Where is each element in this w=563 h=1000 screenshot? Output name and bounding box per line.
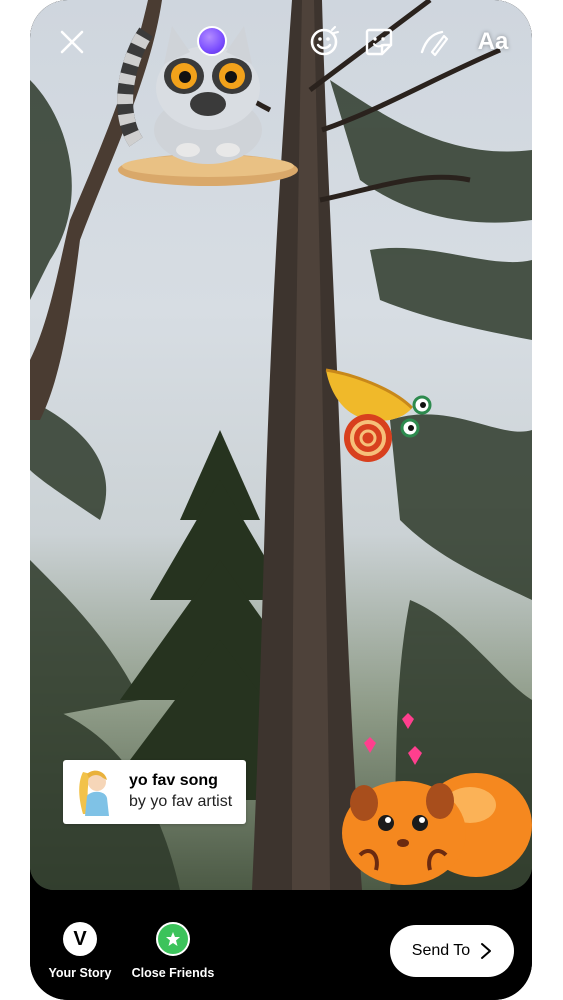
- your-story-button[interactable]: V Your Story: [44, 922, 116, 980]
- close-friends-button[interactable]: Close Friends: [128, 922, 218, 980]
- effects-button[interactable]: [304, 22, 344, 62]
- music-sticker[interactable]: yo fav song by yo fav artist: [63, 760, 246, 824]
- story-photo: yo fav song by yo fav artist: [30, 0, 532, 890]
- chevron-right-icon: [481, 943, 492, 959]
- color-picker[interactable]: [197, 26, 227, 56]
- close-friends-label: Close Friends: [131, 966, 215, 980]
- top-toolbar: Aa: [30, 0, 532, 90]
- star-icon: [166, 932, 180, 946]
- avatar-initial: V: [73, 927, 87, 950]
- story-editor: yo fav song by yo fav artist Aa V Your S…: [30, 0, 532, 1000]
- send-to-button[interactable]: Send To: [390, 925, 514, 977]
- draw-button[interactable]: [414, 22, 454, 62]
- your-story-label: Your Story: [48, 966, 112, 980]
- hamster-sticker[interactable]: [340, 705, 532, 890]
- sticker-button[interactable]: [359, 22, 399, 62]
- close-icon: [60, 30, 84, 54]
- album-art: [73, 766, 117, 818]
- draw-icon: [420, 30, 449, 57]
- song-title: yo fav song: [129, 772, 218, 789]
- snail-sticker[interactable]: [322, 368, 432, 466]
- close-friends-badge: [156, 922, 190, 956]
- sticker-icon: [365, 28, 393, 56]
- song-artist: by yo fav artist: [129, 793, 233, 810]
- close-button[interactable]: [52, 22, 92, 62]
- avatar: V: [63, 922, 97, 956]
- effects-icon: [310, 26, 339, 56]
- share-bar: V Your Story Close Friends Send To: [30, 890, 532, 1000]
- send-to-label: Send To: [411, 942, 471, 959]
- text-tool-label: Aa: [477, 28, 509, 55]
- text-tool-button[interactable]: Aa: [470, 22, 516, 62]
